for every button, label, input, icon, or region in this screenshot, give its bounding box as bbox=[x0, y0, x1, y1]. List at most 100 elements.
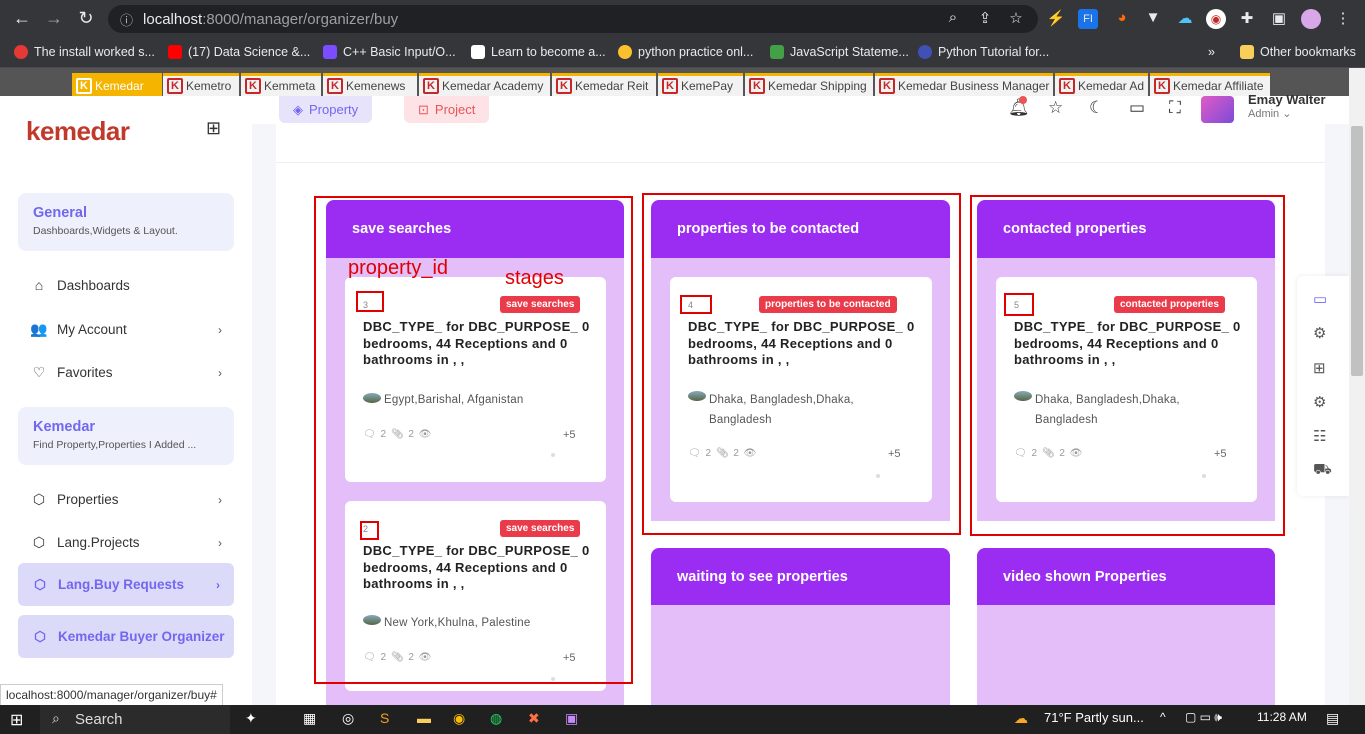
tray-icons[interactable]: ▢ ▭ 🕪︎ bbox=[1185, 710, 1222, 725]
ktab-kemmeta[interactable]: K Kemmeta bbox=[241, 73, 321, 96]
ktab-ad[interactable]: K Kemedar Ad bbox=[1055, 73, 1148, 96]
sidebar-item-properties[interactable]: ⬡ Properties › bbox=[30, 491, 226, 508]
app-icon[interactable]: ◎ bbox=[342, 710, 354, 727]
bookmark-label: (17) Data Science &... bbox=[188, 45, 311, 59]
sidebar-item-lang-projects[interactable]: ⬡ Lang.Projects › bbox=[30, 534, 226, 551]
gear-icon[interactable]: ⚙ bbox=[1313, 324, 1326, 342]
ktab-kemenews[interactable]: K Kemenews bbox=[323, 73, 417, 96]
star-icon[interactable]: ☆ bbox=[1006, 9, 1026, 29]
kemedar-logo-icon: K bbox=[1154, 78, 1170, 94]
chevron-right-icon: › bbox=[218, 535, 222, 550]
tab-project[interactable]: ⊡ Project bbox=[404, 96, 490, 123]
chat-icon[interactable]: ▭ bbox=[1129, 98, 1145, 118]
extension-icon[interactable]: ⚡ bbox=[1046, 9, 1066, 29]
nav-group-general[interactable]: General Dashboards,Widgets & Layout. bbox=[18, 193, 234, 251]
ktab-kemetro[interactable]: K Kemetro bbox=[163, 73, 239, 96]
user-role[interactable]: Admin ⌄ bbox=[1248, 107, 1291, 120]
zoom-icon[interactable]: ⌕ bbox=[943, 9, 963, 29]
extension-cloud-icon[interactable]: ☁ bbox=[1175, 9, 1195, 29]
sidebar-item-dashboards[interactable]: ⌂ Dashboards bbox=[30, 277, 226, 293]
scrollbar-thumb[interactable] bbox=[1351, 126, 1363, 376]
users-icon: 👥 bbox=[30, 321, 48, 337]
video-icon[interactable]: ▭ bbox=[1313, 290, 1327, 308]
grid-icon[interactable]: ⊞ bbox=[206, 118, 221, 139]
nav-group-kemedar[interactable]: Kemedar Find Property,Properties I Added… bbox=[18, 407, 234, 465]
sublime-icon[interactable]: S bbox=[380, 710, 389, 726]
ktab-label: Kemedar Business Manager bbox=[898, 79, 1050, 93]
ktab-shipping[interactable]: K Kemedar Shipping bbox=[745, 73, 873, 96]
layers-icon: ◈ bbox=[293, 101, 303, 117]
bookmark-item[interactable]: Python Tutorial for... bbox=[918, 45, 1049, 59]
other-bookmarks[interactable]: Other bookmarks bbox=[1240, 45, 1356, 59]
windows-start-icon[interactable]: ⊞ bbox=[10, 710, 23, 730]
bookmark-item[interactable]: python practice onl... bbox=[618, 45, 753, 59]
extension-fi-icon[interactable]: FI bbox=[1078, 9, 1098, 29]
clock[interactable]: 11:28 AM bbox=[1257, 710, 1307, 724]
back-icon[interactable]: ← bbox=[6, 8, 38, 29]
reload-icon[interactable]: ↻ bbox=[70, 8, 102, 29]
kemedar-logo-icon: K bbox=[749, 78, 765, 94]
share-icon[interactable]: ⇪ bbox=[975, 9, 995, 29]
user-name[interactable]: Emay Walter bbox=[1248, 92, 1326, 107]
bookmark-favicon-icon bbox=[918, 45, 932, 59]
ktab-kemedar[interactable]: K Kemedar bbox=[72, 73, 162, 96]
settings-icon[interactable]: ⚙ bbox=[1313, 393, 1326, 411]
moon-icon[interactable]: ☾ bbox=[1089, 98, 1104, 118]
info-icon[interactable]: ⓘ bbox=[120, 10, 133, 29]
ktab-business-manager[interactable]: K Kemedar Business Manager bbox=[875, 73, 1053, 96]
kemedar-logo-icon: K bbox=[327, 78, 343, 94]
xampp-icon[interactable]: ✖ bbox=[528, 710, 540, 727]
sidebar-item-my-account[interactable]: 👥 My Account › bbox=[30, 321, 226, 338]
sidepanel-icon[interactable]: ▣ bbox=[1269, 9, 1289, 29]
sidebar bbox=[0, 96, 252, 705]
avatar[interactable] bbox=[1201, 96, 1234, 123]
taskbar-app-icon[interactable]: ✦ bbox=[245, 710, 257, 727]
task-view-icon[interactable]: ▦ bbox=[303, 710, 316, 727]
extension-red-icon[interactable]: ◉ bbox=[1206, 9, 1226, 29]
star-icon[interactable]: ☆ bbox=[1048, 98, 1063, 118]
extensions-puzzle-icon[interactable]: ✚ bbox=[1237, 9, 1257, 29]
sidebar-item-favorites[interactable]: ♡ Favorites › bbox=[30, 364, 226, 381]
chevron-up-icon[interactable]: ^ bbox=[1160, 710, 1166, 724]
fullscreen-icon[interactable]: ⛶ bbox=[1169, 98, 1181, 118]
notification-dot bbox=[1019, 96, 1027, 104]
phpstorm-icon[interactable]: ▣ bbox=[565, 710, 578, 727]
weather-text[interactable]: 71°F Partly sun... bbox=[1044, 710, 1144, 725]
ktab-label: Kemedar Shipping bbox=[768, 79, 867, 93]
profile-avatar-icon[interactable] bbox=[1301, 9, 1321, 29]
file-explorer-icon[interactable]: ▬ bbox=[417, 710, 431, 726]
whatsapp-icon[interactable]: ◍ bbox=[490, 710, 502, 727]
bookmark-item[interactable]: C++ Basic Input/O... bbox=[323, 45, 456, 59]
tab-property[interactable]: ◈ Property bbox=[279, 96, 373, 123]
ktab-kemepay[interactable]: K KemePay bbox=[658, 73, 743, 96]
ktab-reit[interactable]: K Kemedar Reit bbox=[552, 73, 656, 96]
bookmark-favicon-icon bbox=[618, 45, 632, 59]
bookmark-label: Learn to become a... bbox=[491, 45, 606, 59]
brand-logo[interactable]: kemedar bbox=[26, 116, 130, 147]
notifications-icon[interactable]: ▤ bbox=[1326, 710, 1339, 727]
chevron-right-icon: › bbox=[218, 322, 222, 337]
more-bookmarks-icon[interactable]: » bbox=[1208, 45, 1215, 59]
taskbar-search[interactable]: Search bbox=[40, 705, 230, 734]
forward-icon[interactable]: → bbox=[38, 8, 70, 29]
tab-label: Project bbox=[434, 102, 476, 117]
chrome-icon[interactable]: ◉ bbox=[453, 710, 465, 727]
menu-dots-icon[interactable]: ⋮ bbox=[1333, 9, 1353, 29]
extension-orange-icon[interactable]: ◕ bbox=[1112, 9, 1132, 29]
kemedar-logo-icon: K bbox=[1059, 78, 1075, 94]
weather-icon[interactable]: ☁ bbox=[1014, 710, 1028, 727]
address-bar[interactable]: ⓘ localhost:8000/manager/organizer/buy bbox=[108, 5, 1038, 33]
ktab-academy[interactable]: K Kemedar Academy bbox=[419, 73, 550, 96]
bookmark-item[interactable]: Learn to become a... bbox=[471, 45, 606, 59]
cart-icon[interactable]: ⛟ bbox=[1313, 461, 1332, 480]
ktab-label: Kemedar Academy bbox=[442, 79, 544, 93]
extension-v-icon[interactable]: ▼ bbox=[1143, 9, 1163, 29]
sidebar-item-lang-buy-requests[interactable]: ⬡ Lang.Buy Requests › bbox=[18, 563, 234, 606]
sidebar-item-kemedar-buyer-organizer[interactable]: ⬡ Kemedar Buyer Organizer bbox=[18, 615, 234, 658]
bookmark-item[interactable]: The install worked s... bbox=[14, 45, 155, 59]
medkit-icon[interactable]: ⊞ bbox=[1313, 359, 1326, 377]
youtube-icon bbox=[168, 45, 182, 59]
bookmark-item[interactable]: JavaScript Stateme... bbox=[770, 45, 909, 59]
bookmark-item[interactable]: (17) Data Science &... bbox=[168, 45, 310, 59]
sliders-icon[interactable]: ☷ bbox=[1313, 427, 1326, 445]
